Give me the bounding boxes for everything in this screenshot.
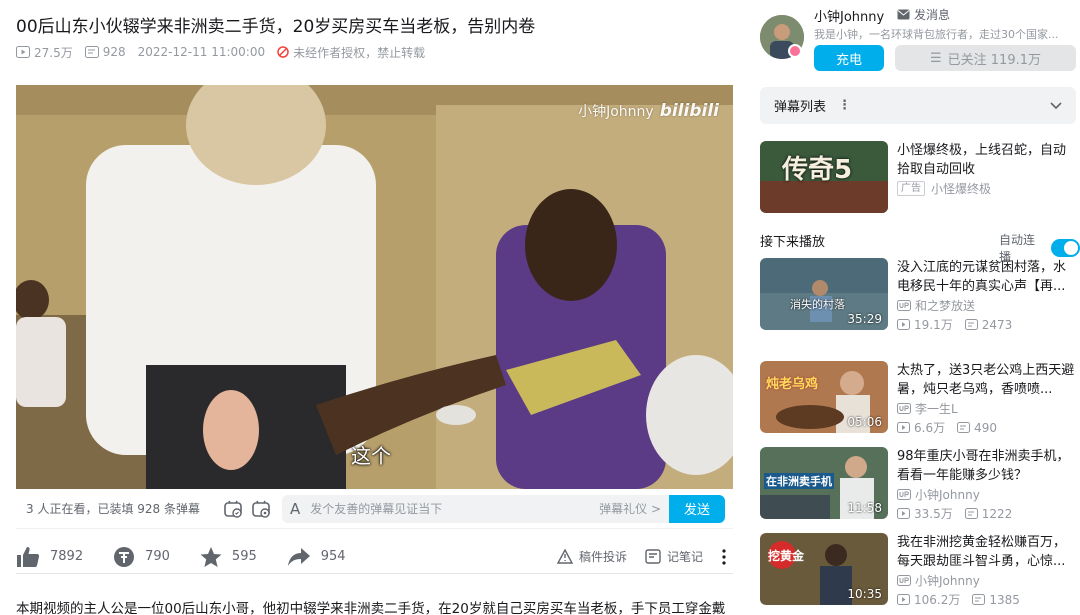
- video-card-title[interactable]: 太热了，送3只老公鸡上西天避暑，炖只老乌鸡，香喷喷...: [897, 361, 1077, 399]
- send-danmaku-button[interactable]: 发送: [669, 494, 725, 523]
- video-card-author[interactable]: 李一生L: [897, 400, 958, 417]
- coin-icon: [114, 546, 135, 567]
- video-player[interactable]: 小钟Johnny bilibili 这个: [16, 85, 733, 489]
- danmaku-bar: 3 人正在看，已装填 928 条弹幕 A 发个友善的弹幕见证当下 弹幕礼仪 > …: [16, 489, 733, 529]
- video-card-stats: 33.5万 1222: [897, 505, 1024, 522]
- video-duration: 05:06: [847, 415, 882, 429]
- up-icon: [897, 300, 911, 311]
- report-button[interactable]: 稿件投诉: [556, 548, 627, 565]
- video-thumbnail[interactable]: 炖老乌鸡 05:06: [760, 361, 888, 433]
- danmaku-icon: [957, 422, 971, 433]
- danmaku-toggle-icon[interactable]: [222, 498, 244, 520]
- note-icon: [645, 549, 661, 564]
- viewer-count: 3 人正在看，已装填 928 条弹幕: [26, 502, 200, 516]
- recommend-card[interactable]: 挖黄金 10:35 我在非洲挖黄金轻松赚百万，每天跟劫匪斗智斗勇，心惊... 小…: [760, 533, 1076, 607]
- font-style-icon[interactable]: A: [290, 500, 300, 518]
- toolbar-right: 稿件投诉 记笔记: [539, 548, 733, 565]
- bilibili-logo: bilibili: [659, 101, 719, 121]
- danmaku-etiquette-link[interactable]: 弹幕礼仪 >: [599, 500, 661, 517]
- warning-icon: [556, 549, 573, 564]
- more-icon[interactable]: ⋮: [838, 98, 851, 113]
- copyright-notice: 未经作者授权，禁止转载: [277, 44, 425, 61]
- uploader-name[interactable]: 小钟Johnny: [814, 6, 884, 25]
- send-message-button[interactable]: 发消息: [897, 6, 950, 23]
- thumb-caption: 炖老乌鸡: [766, 377, 819, 392]
- danmaku-input-placeholder[interactable]: 发个友善的弹幕见证当下: [310, 500, 599, 517]
- follow-button[interactable]: ☰ 已关注 119.1万: [895, 45, 1076, 71]
- play-count-icon: [897, 319, 910, 330]
- menu-icon: ☰: [929, 50, 942, 66]
- danmaku-icon: [84, 46, 99, 58]
- video-duration: 10:35: [847, 587, 882, 601]
- chevron-down-icon: [1050, 101, 1062, 109]
- video-thumbnail[interactable]: 在非洲卖手机 11:58: [760, 447, 888, 519]
- recommend-card[interactable]: 消失的村落 35:29 没入江底的元谋贫困村落，水电移民十年的真实心声【再...…: [760, 258, 1076, 332]
- danmaku-icon: [964, 319, 978, 330]
- video-card-title[interactable]: 98年重庆小哥在非洲卖手机，看看一年能赚多少钱？: [897, 447, 1077, 485]
- danmaku-count: 928: [84, 45, 126, 59]
- next-up-heading: 接下来播放: [760, 235, 826, 250]
- autoplay-switch[interactable]: [1051, 239, 1080, 257]
- danmaku-settings-icon[interactable]: [250, 498, 272, 520]
- danmaku-input[interactable]: A 发个友善的弹幕见证当下 弹幕礼仪 >: [282, 494, 669, 523]
- favorite-button[interactable]: 595: [200, 546, 257, 568]
- video-card-title[interactable]: 没入江底的元谋贫困村落，水电移民十年的真实心声【再...: [897, 258, 1077, 296]
- ad-thumbnail[interactable]: 传奇5: [760, 141, 888, 213]
- star-icon: [200, 546, 222, 567]
- video-title: 00后山东小伙辍学来非洲卖二手货，20岁买房买车当老板，告别内卷: [16, 17, 536, 37]
- video-thumbnail[interactable]: 消失的村落 35:29: [760, 258, 888, 330]
- play-count-icon: [897, 594, 910, 605]
- video-description: 本期视频的主人公是一位00后山东小哥，他初中辍学来非洲卖二手货，在20岁就自己买…: [16, 601, 726, 615]
- forbidden-icon: [277, 46, 289, 58]
- mail-icon: [897, 9, 910, 20]
- up-icon: [897, 489, 911, 500]
- danmaku-icon: [964, 508, 978, 519]
- thumb-caption: 消失的村落: [790, 298, 845, 311]
- danmaku-list-toggle[interactable]: 弹幕列表 ⋮: [760, 87, 1076, 124]
- video-duration: 35:29: [847, 312, 882, 326]
- video-card-author[interactable]: 小钟Johnny: [897, 572, 980, 589]
- video-card-title[interactable]: 我在非洲挖黄金轻松赚百万，每天跟劫匪斗智斗勇，心惊...: [897, 533, 1077, 571]
- thumb-caption: 挖黄金: [768, 549, 805, 563]
- more-options-icon[interactable]: [721, 548, 733, 565]
- charge-button[interactable]: 充电: [814, 45, 884, 71]
- video-meta: 27.5万 928 2022-12-11 11:00:00 未经作者授权，禁止转…: [16, 44, 437, 60]
- ad-author: 广告 小怪爆终极: [897, 180, 991, 197]
- notes-button[interactable]: 记笔记: [645, 548, 703, 565]
- ad-thumb-text: 传奇5: [782, 155, 853, 185]
- play-count-icon: [897, 422, 910, 433]
- play-count-icon: [897, 508, 910, 519]
- ad-title[interactable]: 小怪爆终极，上线召蛇，自动拾取自动回收: [897, 141, 1077, 179]
- thumb-caption: 在非洲卖手机: [764, 473, 834, 489]
- video-frame: [16, 85, 733, 489]
- uploader-sign: 我是小钟，一名环球背包旅行者，走过30个国家...: [814, 28, 1059, 41]
- share-button[interactable]: 954: [287, 547, 346, 567]
- publish-date: 2022-12-11 11:00:00: [137, 45, 266, 59]
- video-watermark: 小钟Johnny bilibili: [578, 101, 719, 121]
- recommend-card[interactable]: 炖老乌鸡 05:06 太热了，送3只老公鸡上西天避暑，炖只老乌鸡，香喷喷... …: [760, 361, 1076, 435]
- view-count: 27.5万: [16, 44, 73, 61]
- video-thumbnail[interactable]: 挖黄金 10:35: [760, 533, 888, 605]
- verified-badge-icon: [788, 44, 802, 58]
- video-card-author[interactable]: 小钟Johnny: [897, 486, 980, 503]
- up-icon: [897, 403, 911, 414]
- coin-button[interactable]: 790: [113, 546, 170, 568]
- recommend-card[interactable]: 在非洲卖手机 11:58 98年重庆小哥在非洲卖手机，看看一年能赚多少钱？ 小钟…: [760, 447, 1076, 521]
- video-card-stats: 106.2万 1385: [897, 591, 1032, 608]
- share-icon: [287, 547, 310, 566]
- video-subtitle: 这个: [351, 444, 391, 468]
- video-card-stats: 6.6万 490: [897, 419, 1009, 436]
- up-icon: [897, 575, 911, 586]
- play-count-icon: [16, 46, 30, 58]
- thumbs-up-icon: [17, 546, 40, 567]
- video-card-author[interactable]: 和之梦放送: [897, 297, 975, 314]
- like-button[interactable]: 7892: [16, 546, 83, 568]
- danmaku-icon: [972, 594, 986, 605]
- video-toolbar: 7892 790 595 954 稿件投诉 记笔记: [16, 540, 733, 574]
- video-duration: 11:58: [847, 501, 882, 515]
- ad-tag: 广告: [897, 181, 925, 196]
- video-card-stats: 19.1万 2473: [897, 316, 1024, 333]
- ad-card[interactable]: 传奇5 小怪爆终极，上线召蛇，自动拾取自动回收 广告 小怪爆终极: [760, 141, 1076, 215]
